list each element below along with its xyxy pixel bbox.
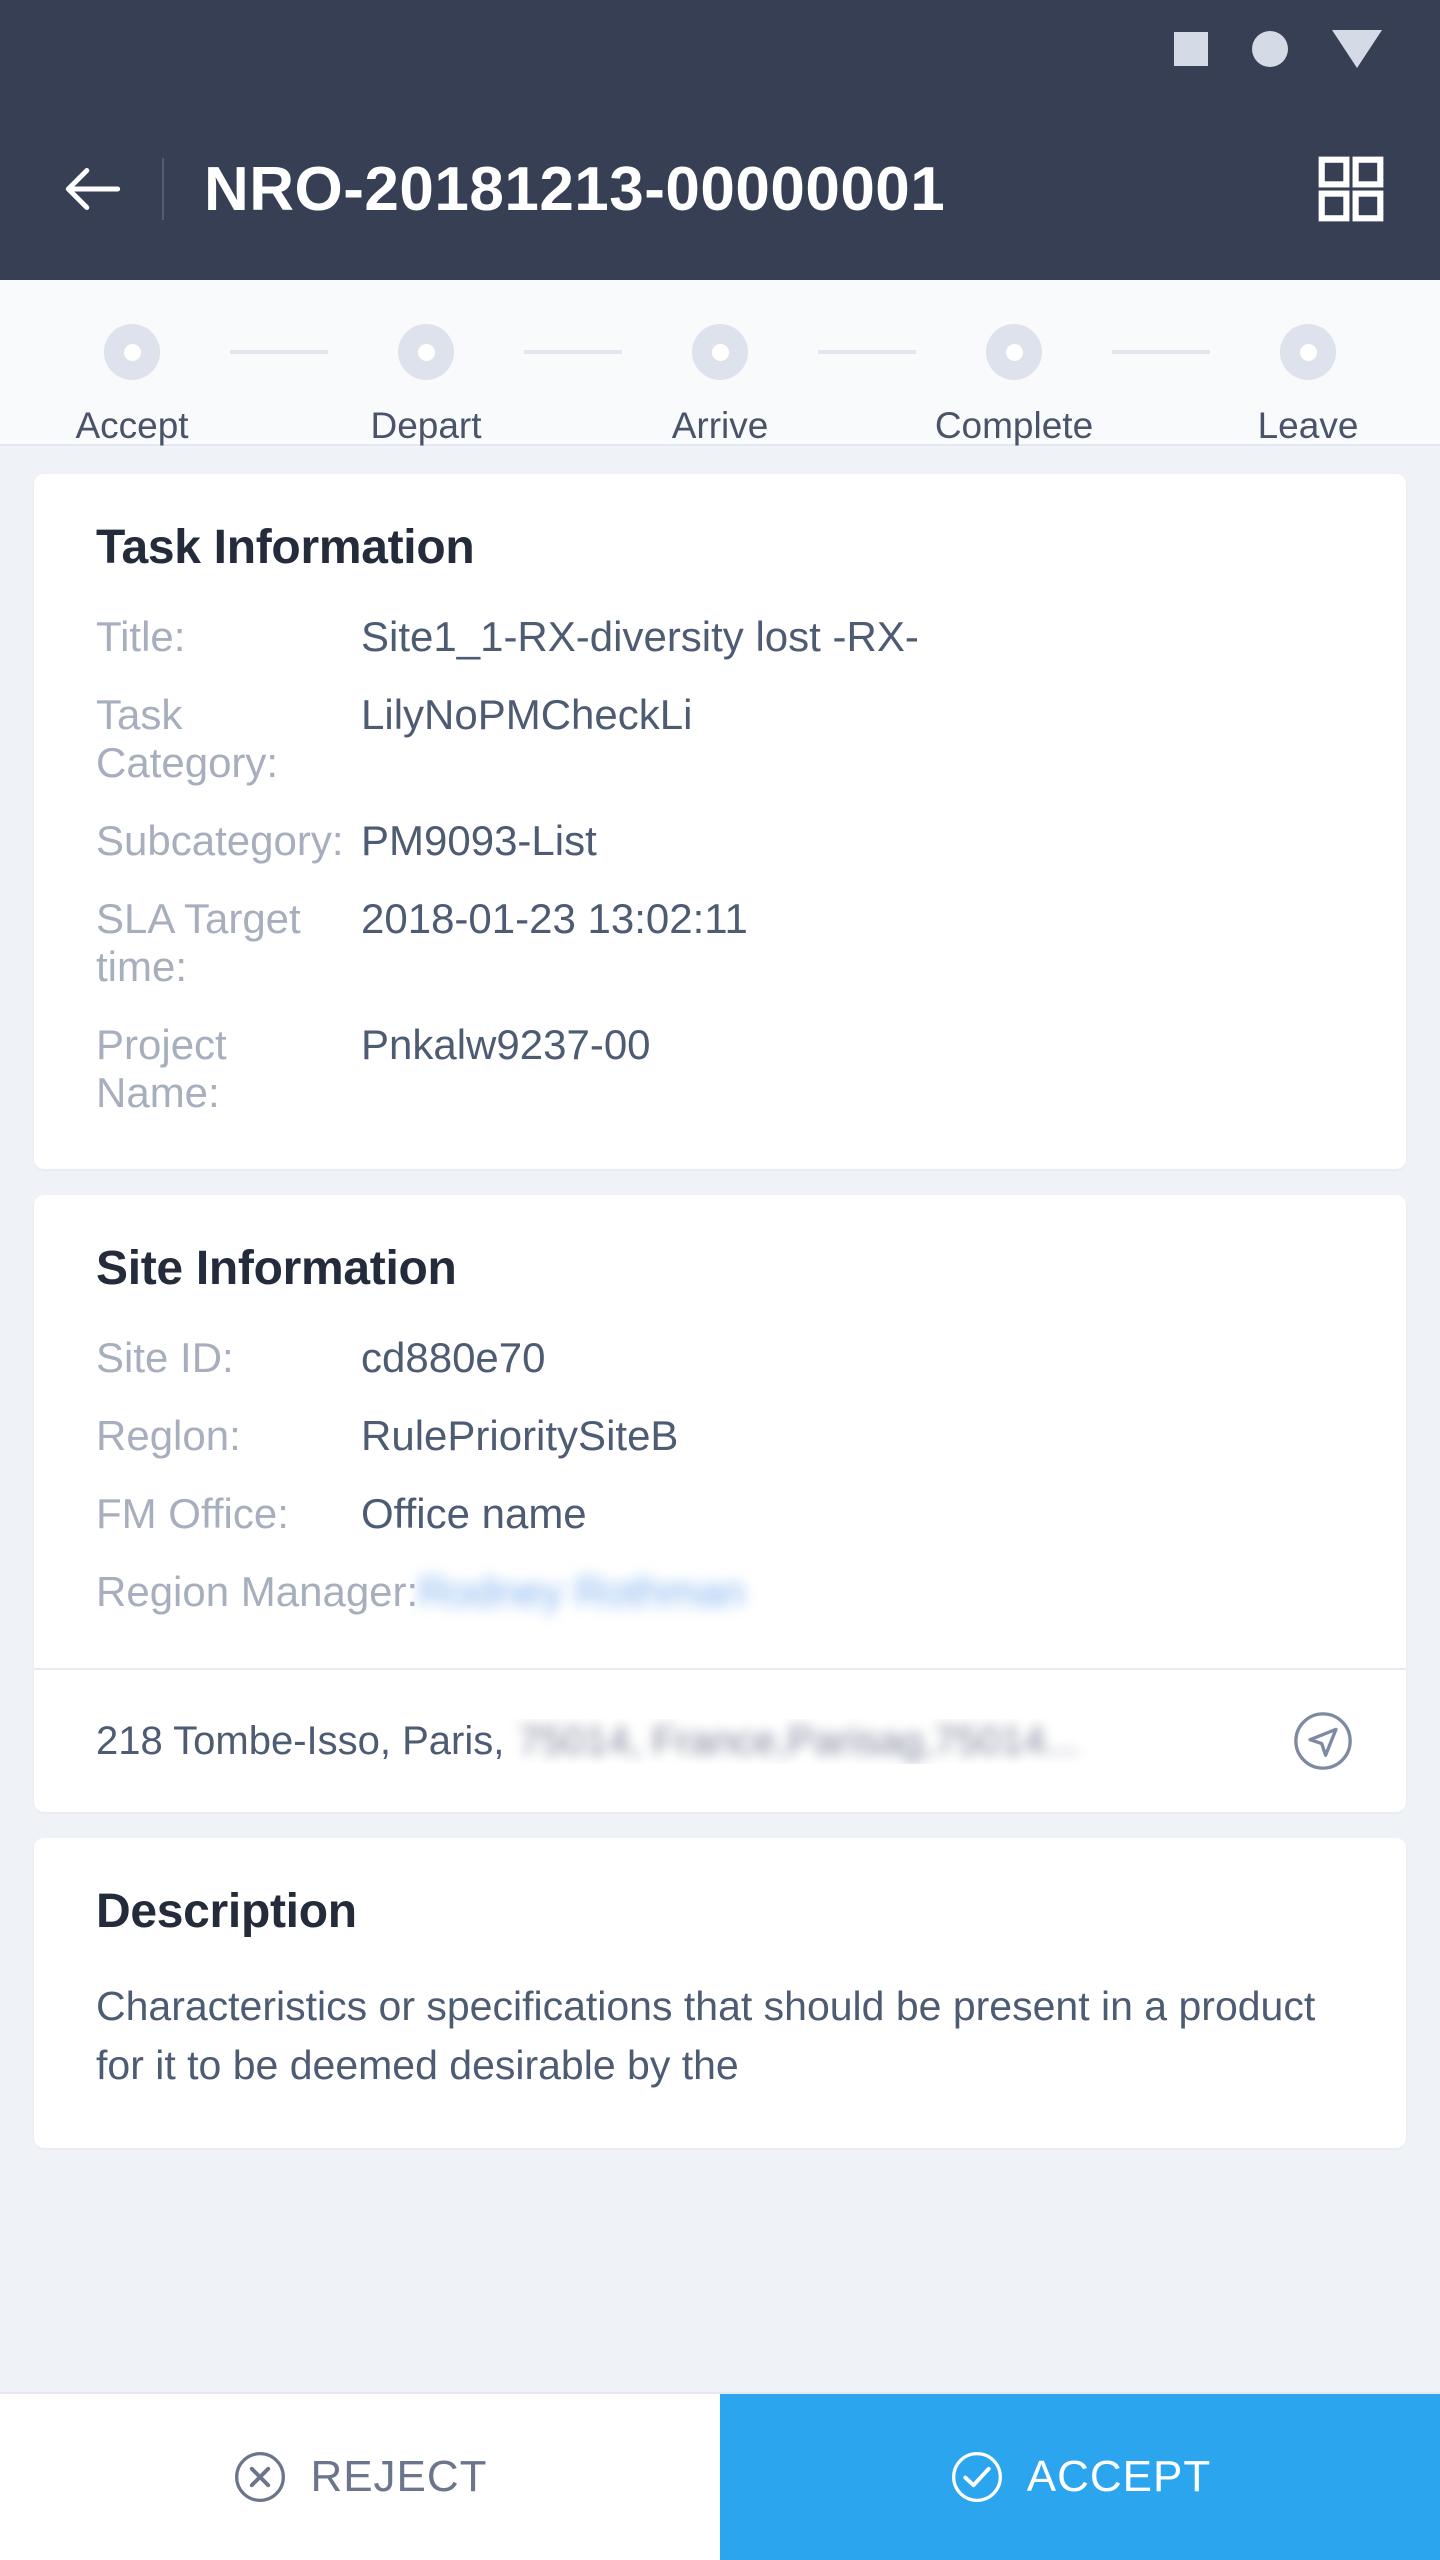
field-project-name: Project Name: Pnkalw9237-00 [96,1021,1344,1117]
field-value: 2018-01-23 13:02:11 [361,895,748,942]
task-information-card: Task Information Title: Site1_1-RX-diver… [34,474,1406,1169]
stepper-step-depart[interactable]: Depart [328,324,524,447]
stepper-label: Accept [75,405,189,446]
field-label: Task Category: [96,691,279,786]
step-dot-icon [692,324,748,380]
navigate-arrow-icon[interactable] [1292,1710,1354,1772]
field-value: Office name [361,1490,587,1537]
grid-menu-icon[interactable] [1314,152,1388,226]
stepper-step-leave[interactable]: Leave [1210,324,1406,447]
field-value: Site1_1-RX-diversity lost -RX- [361,613,919,660]
step-dot-icon [986,324,1042,380]
field-sla-target-time: SLA Target time: 2018-01-23 13:02:11 [96,895,1344,991]
field-region-manager: Region Manager: Rodney Rothman [96,1568,1344,1616]
scroll-content[interactable]: Task Information Title: Site1_1-RX-diver… [0,446,1440,2148]
field-value-redacted: Rodney Rothman [418,1568,746,1615]
card-heading: Site Information [96,1242,457,1295]
field-label: FM Office: [96,1490,289,1537]
stepper-label: Depart [370,405,482,446]
card-heading: Description [96,1885,357,1938]
field-label: Project Name: [96,1021,227,1116]
field-value: Pnkalw9237-00 [361,1021,651,1068]
field-task-category: Task Category: LilyNoPMCheckLi [96,691,1344,787]
field-value: LilyNoPMCheckLi [361,691,693,738]
stepper-label: Arrive [671,405,769,446]
step-dot-icon [104,324,160,380]
app-screen: NRO-20181213-00000001 Accept Depart Arri… [0,0,1440,2560]
field-reglon: Reglon: RulePrioritySiteB [96,1412,1344,1460]
stepper-step-accept[interactable]: Accept [34,324,230,447]
address-redacted: 75014, France,Parisag,75014... [518,1718,1079,1763]
field-title: Title: Site1_1-RX-diversity lost -RX- [96,613,1344,661]
reject-label: REJECT [310,2452,488,2501]
stepper-step-complete[interactable]: Complete [916,324,1112,447]
stepper-connector [1112,350,1210,354]
stepper-connector [524,350,622,354]
field-label: Site ID: [96,1334,234,1381]
status-bar [0,0,1440,98]
field-subcategory: Subcategory: PM9093-List [96,817,1344,865]
progress-stepper: Accept Depart Arrive Complete Leave [0,280,1440,446]
address-text: 218 Tombe-Isso, Paris, 75014, France,Par… [96,1719,1276,1764]
field-value: PM9093-List [361,817,597,864]
field-label: Subcategory: [96,817,344,864]
field-value: cd880e70 [361,1334,546,1381]
app-bar: NRO-20181213-00000001 [0,98,1440,280]
action-bar: REJECT ACCEPT [0,2392,1440,2560]
close-circle-icon [232,2449,288,2505]
card-heading: Task Information [96,521,475,574]
appbar-divider [162,158,164,220]
field-label: Region Manager: [96,1568,419,1615]
check-circle-icon [949,2449,1005,2505]
field-label: SLA Target time: [96,895,301,990]
site-address-row[interactable]: 218 Tombe-Isso, Paris, 75014, France,Par… [34,1670,1406,1812]
field-label: Title: [96,613,186,660]
page-title: NRO-20181213-00000001 [204,154,946,224]
field-value: RulePrioritySiteB [361,1412,679,1459]
stepper-connector [818,350,916,354]
stepper-label: Leave [1257,405,1359,446]
field-label: Reglon: [96,1412,241,1459]
field-site-id: Site ID: cd880e70 [96,1334,1344,1382]
circle-icon [1252,31,1288,67]
stepper-label: Complete [934,405,1094,446]
stepper-step-arrive[interactable]: Arrive [622,324,818,447]
address-visible: 218 Tombe-Isso, Paris, [96,1718,505,1763]
triangle-down-icon [1332,30,1382,68]
square-icon [1174,32,1208,66]
reject-button[interactable]: REJECT [0,2394,720,2560]
step-dot-icon [398,324,454,380]
stepper-connector [230,350,328,354]
accept-label: ACCEPT [1026,2452,1212,2501]
back-arrow-icon[interactable] [56,152,130,226]
accept-button[interactable]: ACCEPT [720,2394,1440,2560]
site-information-card: Site Information Site ID: cd880e70 Reglo… [34,1195,1406,1812]
description-body: Characteristics or specifications that s… [96,1983,1316,2089]
step-dot-icon [1280,324,1336,380]
description-card: Description Characteristics or specifica… [34,1838,1406,2148]
field-fm-office: FM Office: Office name [96,1490,1344,1538]
